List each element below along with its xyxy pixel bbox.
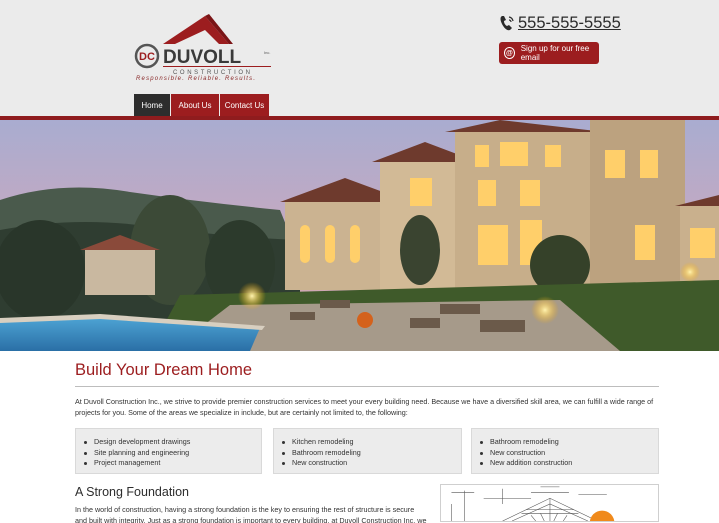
phone-icon [500,16,514,31]
nav-item-contact-us[interactable]: Contact Us [220,94,269,116]
services-grid: Design development drawings Site plannin… [75,428,659,474]
logo-tagline: Responsible. Reliable. Results. [136,76,257,82]
intro-paragraph: At Duvoll Construction Inc., we strive t… [75,397,654,417]
logo-brand-text: DUVOLL [163,47,242,68]
list-item: New construction [478,448,658,459]
phone-number[interactable]: 555-555-5555 [499,12,621,34]
list-item: Kitchen remodeling [280,437,461,448]
main-nav: Home About Us Contact Us [134,94,270,116]
at-sign-icon: @ [504,47,515,59]
house-blueprint-image [440,484,659,522]
email-signup-label: Sign up for our free email [520,44,590,62]
services-box-2: Kitchen remodeling Bathroom remodeling N… [273,428,462,474]
section-heading-foundation: A Strong Foundation [75,485,189,499]
list-item: Bathroom remodeling [280,448,461,459]
site-header: DC DUVOLL Inc. CONSTRUCTION Responsible.… [0,0,719,117]
list-item: Site planning and engineering [82,448,261,459]
list-item: New construction [280,458,461,469]
services-box-3: Bathroom remodeling New construction New… [471,428,659,474]
nav-item-home[interactable]: Home [134,94,170,116]
list-item: Design development drawings [82,437,261,448]
foundation-paragraph: In the world of construction, having a s… [75,505,427,523]
list-item: Project management [82,458,261,469]
services-box-1: Design development drawings Site plannin… [75,428,262,474]
phone-text[interactable]: 555-555-5555 [518,14,621,33]
email-signup-button[interactable]: @ Sign up for our free email [499,42,599,64]
svg-text:DC: DC [139,51,155,63]
nav-item-about-us[interactable]: About Us [171,94,219,116]
logo-inc-text: Inc. [264,50,270,55]
main-content: Build Your Dream Home At Duvoll Construc… [75,361,659,523]
hero-image-house [0,120,719,351]
list-item: Bathroom remodeling [478,437,658,448]
page-title: Build Your Dream Home [75,361,659,387]
list-item: New addition construction [478,458,658,469]
